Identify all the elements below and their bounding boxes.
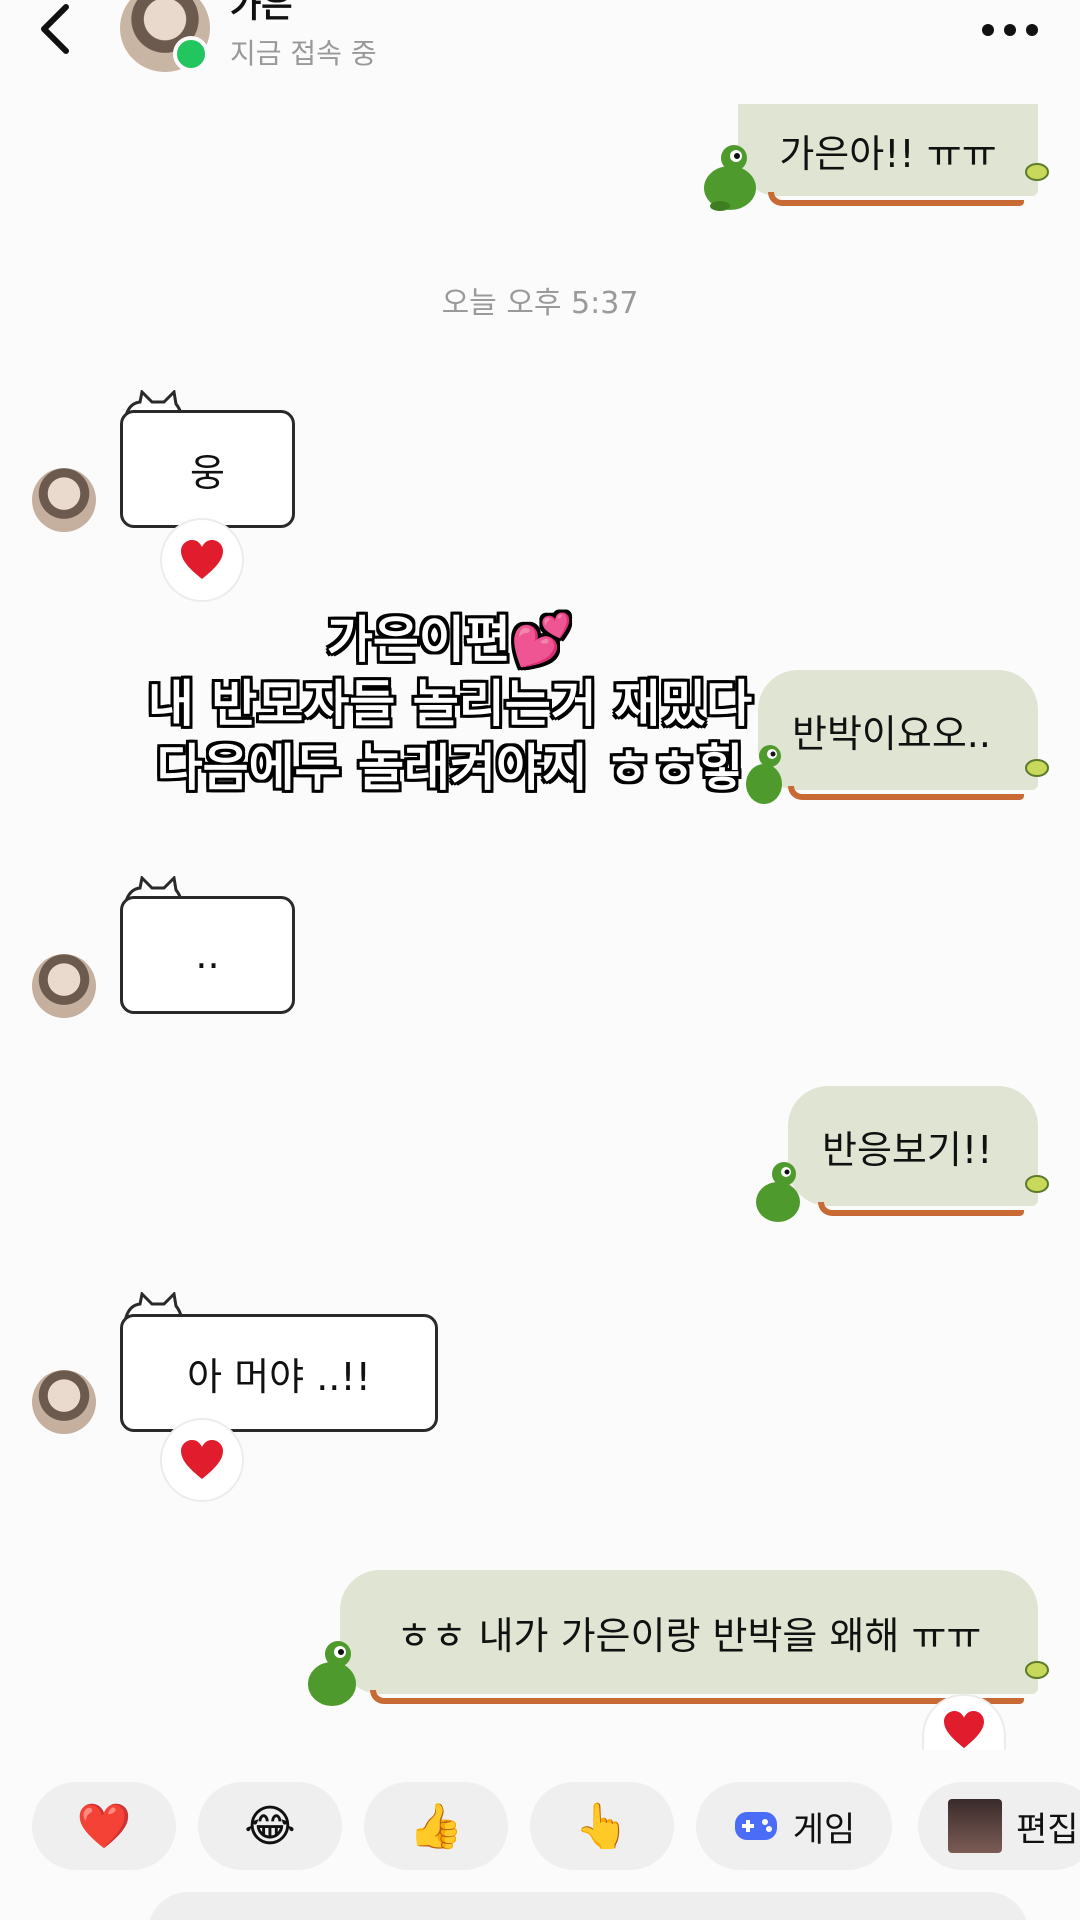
sent-message[interactable]: 가은아!! ㅠㅠ — [738, 104, 1038, 206]
heart-icon — [181, 540, 223, 579]
edit-button[interactable]: 편집 — [918, 1782, 1080, 1870]
frog-icon — [308, 1641, 356, 1706]
message-text: 웅 — [190, 450, 225, 495]
heart-icon — [944, 1710, 984, 1749]
message-text: 반응보기!! — [822, 1127, 993, 1172]
sent-message[interactable]: ㅎㅎ 내가 가은이랑 반박을 왜해 ㅠㅠ — [340, 1570, 1038, 1704]
friend-avatar[interactable] — [32, 954, 96, 1018]
sent-message[interactable]: 반응보기!! — [788, 1086, 1038, 1216]
quick-laugh-button[interactable]: 😂 — [198, 1782, 342, 1870]
quick-point-button[interactable]: 👆 — [530, 1782, 674, 1870]
edit-label: 편집 — [1016, 1809, 1079, 1850]
quick-reaction-bar: ❤️ 😂 👍 👆 게임 편집 — [0, 1782, 1080, 1872]
vine-decoration — [818, 1202, 1024, 1216]
message-input[interactable] — [148, 1892, 1028, 1920]
online-status: 지금 접속 중 — [230, 37, 377, 70]
heart-icon — [181, 1440, 223, 1479]
frog-icon — [704, 145, 756, 211]
laughing-emoji-icon: 😂 — [244, 1800, 296, 1852]
leaf-icon — [1025, 759, 1049, 777]
pointing-hand-icon: 👆 — [574, 1801, 630, 1852]
caption-line: 가은이편💕 — [326, 611, 574, 669]
frog-icon — [756, 1162, 800, 1222]
game-button[interactable]: 게임 — [696, 1782, 892, 1870]
message-text: 가은아!! ㅠㅠ — [779, 131, 997, 176]
profile-thumbnail — [948, 1799, 1002, 1853]
thumbs-up-icon: 👍 — [408, 1801, 464, 1852]
friend-avatar[interactable] — [32, 468, 96, 532]
leaf-icon — [1025, 163, 1049, 181]
more-button[interactable] — [970, 10, 1050, 50]
leaf-icon — [1025, 1661, 1049, 1679]
gamepad-icon — [734, 1812, 777, 1840]
timestamp: 오늘 오후 5:37 — [441, 286, 639, 321]
message-text: ㅎㅎ 내가 가은이랑 반박을 왜해 ㅠㅠ — [396, 1613, 982, 1658]
overlay-caption: 가은이편💕 내 반모자들 놀리는거 재밌다 다음에두 놀래켜야지 ㅎㅎ힣 — [60, 608, 840, 800]
caption-line: 다음에두 놀래켜야지 ㅎㅎ힣 — [156, 739, 744, 797]
back-button[interactable] — [38, 0, 88, 58]
friend-message[interactable]: .. — [120, 896, 295, 1014]
heart-icon: ❤️ — [76, 1801, 132, 1852]
vine-decoration — [370, 1690, 1024, 1704]
game-label: 게임 — [792, 1809, 856, 1850]
message-text: .. — [195, 933, 220, 977]
chat-screen: 가은 지금 접속 중 가은아!! ㅠㅠ 오늘 오후 5:37 웅 반박이요오.. — [0, 0, 1080, 1920]
online-indicator — [173, 36, 209, 72]
friend-avatar[interactable] — [32, 1370, 96, 1434]
vine-decoration — [768, 192, 1024, 206]
heart-reaction[interactable] — [160, 518, 244, 602]
quick-heart-button[interactable]: ❤️ — [32, 1782, 176, 1870]
friend-message[interactable]: 아 머야 ..!! — [120, 1314, 438, 1432]
contact-name: 가은 — [230, 0, 293, 26]
quick-thumbs-up-button[interactable]: 👍 — [364, 1782, 508, 1870]
more-icon — [982, 24, 1038, 36]
heart-reaction[interactable] — [160, 1418, 244, 1502]
back-arrow-icon — [41, 4, 69, 54]
message-text: 아 머야 ..!! — [187, 1354, 371, 1399]
caption-line: 내 반모자들 놀리는거 재밌다 — [147, 675, 753, 733]
friend-message[interactable]: 웅 — [120, 410, 295, 528]
leaf-icon — [1025, 1175, 1049, 1193]
